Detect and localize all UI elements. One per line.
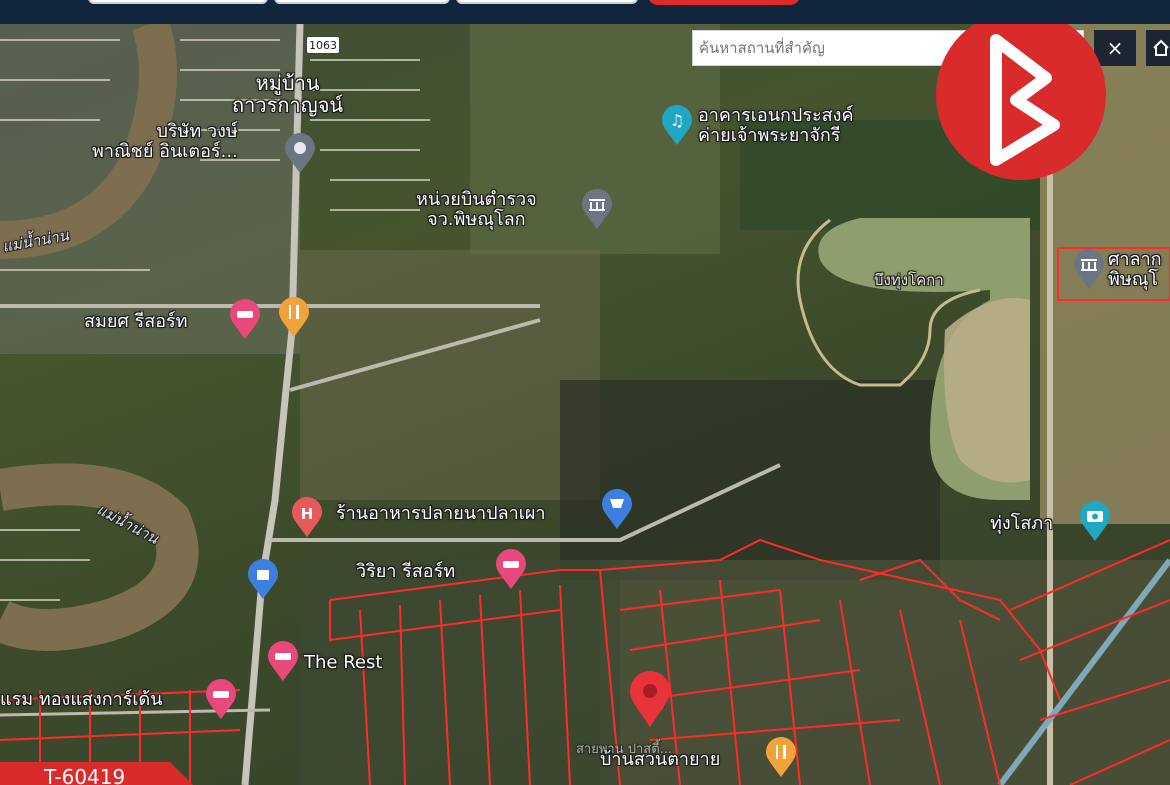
- road-shield: 1063: [306, 36, 340, 54]
- place-label-hall: อาคารเอนกประสงค์ ค่ายเจ้าพระยาจักรี: [698, 105, 854, 146]
- place-label-lake: บึงทุ่งโคกา: [874, 271, 944, 289]
- toolbar-field-1[interactable]: [88, 0, 268, 4]
- hotel-icon[interactable]: [228, 298, 262, 340]
- place-label-court: ศาลาก พิษณุโ: [1108, 249, 1162, 290]
- place-label-resort1: สมยศ รีสอร์ท: [84, 311, 188, 332]
- location-icon[interactable]: [283, 132, 317, 174]
- place-label-hotel: แรม ทองแสงการ์เด้น: [0, 689, 163, 710]
- place-label-restaurant: ร้านอาหารปลายนาปลาเผา: [336, 503, 546, 524]
- svg-text:H: H: [301, 505, 314, 523]
- restaurant-icon[interactable]: [764, 736, 798, 778]
- place-label-faint: สายพาน ปาสตี้...: [576, 742, 673, 757]
- place-label-police-air: หน่วยบินตำรวจ จว.พิษณุโลก: [416, 189, 537, 230]
- hotel-icon[interactable]: [204, 678, 238, 720]
- toolbar-field-3[interactable]: [456, 0, 638, 4]
- place-label-resort2: วิริยา รีสอร์ท: [356, 561, 456, 582]
- shopping-icon[interactable]: [246, 558, 280, 600]
- toolbar-action-button[interactable]: [648, 0, 800, 5]
- camera-icon[interactable]: [1078, 500, 1112, 542]
- hotel-icon[interactable]: [494, 548, 528, 590]
- home-icon[interactable]: [1146, 30, 1170, 66]
- place-label-company: บริษัท วงษ์ พาณิชย์ อินเตอร์...: [92, 121, 238, 162]
- listing-id-badge: T-60419: [0, 762, 200, 785]
- shopping-icon[interactable]: [600, 488, 634, 530]
- svg-text:♫: ♫: [670, 111, 684, 130]
- toolbar-field-2[interactable]: [274, 0, 450, 4]
- listing-id: T-60419: [44, 765, 126, 785]
- music-icon[interactable]: ♫: [660, 104, 694, 146]
- top-toolbar: [0, 0, 1170, 24]
- brand-logo: [936, 10, 1106, 180]
- place-label-village: หมู่บ้าน ถาวรกาญจน์: [232, 71, 344, 117]
- place-label-rest: The Rest: [304, 652, 383, 673]
- hotel-icon[interactable]: [266, 640, 300, 682]
- restaurant-icon[interactable]: [277, 296, 311, 338]
- place-label-thung-sotha: ทุ่งโสภา: [990, 513, 1054, 534]
- museum-icon[interactable]: [580, 188, 614, 230]
- location-icon[interactable]: [628, 670, 672, 728]
- museum-icon[interactable]: [1072, 248, 1106, 290]
- hospital-icon[interactable]: H: [290, 496, 324, 538]
